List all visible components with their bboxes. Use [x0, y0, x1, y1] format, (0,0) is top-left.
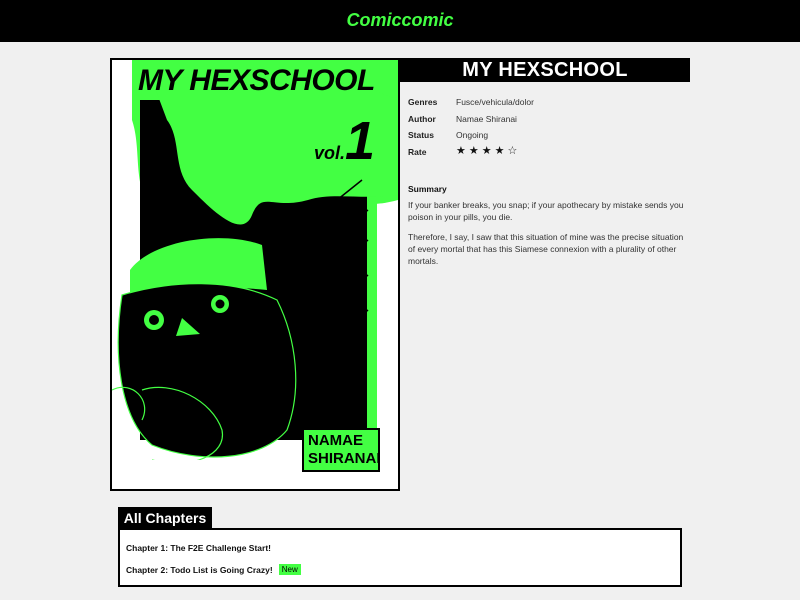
chapter-item[interactable]: Chapter 1: The F2E Challenge Start! — [126, 543, 271, 553]
cover-author-line2: SHIRANAI — [308, 450, 381, 467]
cover-volume: vol.1 — [314, 110, 375, 172]
new-badge: New — [278, 564, 301, 575]
summary-paragraph: If your banker breaks, you snap; if your… — [408, 200, 684, 222]
star-filled-icon[interactable]: ★ — [469, 146, 479, 157]
cover-author-line1: NAMAE — [308, 432, 363, 449]
rating-stars[interactable]: ★ ★ ★ ★ ☆ — [456, 146, 517, 157]
chapter-list: Chapter 1: The F2E Challenge Start! Chap… — [118, 528, 682, 587]
comic-cover-image: MY HEXSCHOOL vol.1 NAMAE SHIRANAI — [110, 58, 400, 491]
top-navbar: Comiccomic — [0, 0, 800, 42]
detail-value-genres[interactable]: Fusce/vehicula/dolor — [456, 97, 534, 107]
detail-label: Author — [408, 113, 436, 124]
chapter-item[interactable]: Chapter 2: Todo List is Going Crazy! New — [126, 564, 301, 575]
summary-heading: Summary — [408, 184, 447, 194]
detail-label: Status — [408, 130, 434, 141]
detail-value-status: Ongoing — [456, 130, 489, 141]
cover-title: MY HEXSCHOOL — [138, 64, 375, 97]
comic-details: Genres Fusce/vehicula/dolor Author Namae… — [408, 94, 688, 160]
star-filled-icon[interactable]: ★ — [482, 146, 492, 157]
detail-label: Rate — [408, 146, 427, 157]
star-empty-icon[interactable]: ☆ — [508, 146, 518, 157]
comic-summary: Summary If your banker breaks, you snap;… — [408, 183, 688, 275]
all-chapters-heading: All Chapters — [118, 507, 212, 529]
site-logo[interactable]: Comiccomic — [0, 0, 800, 42]
comic-title: MY HEXSCHOOL — [400, 58, 690, 82]
summary-paragraph: Therefore, I say, I saw that this situat… — [408, 232, 684, 266]
chapter-title[interactable]: Chapter 2: Todo List is Going Crazy! — [126, 565, 273, 575]
detail-value-author[interactable]: Namae Shiranai — [456, 114, 517, 124]
detail-row-author: Author Namae Shiranai — [408, 111, 688, 128]
cover-volume-number: 1 — [345, 111, 376, 171]
star-filled-icon[interactable]: ★ — [456, 146, 466, 157]
detail-row-genres: Genres Fusce/vehicula/dolor — [408, 94, 688, 111]
detail-row-rate: Rate ★ ★ ★ ★ ☆ — [408, 144, 688, 161]
detail-label: Genres — [408, 97, 438, 108]
detail-row-status: Status Ongoing — [408, 127, 688, 144]
star-filled-icon[interactable]: ★ — [495, 146, 505, 157]
cover-author-block: NAMAE SHIRANAI — [302, 428, 381, 472]
chapter-title[interactable]: Chapter 1: The F2E Challenge Start! — [126, 543, 271, 553]
cover-volume-prefix: vol. — [314, 143, 346, 163]
